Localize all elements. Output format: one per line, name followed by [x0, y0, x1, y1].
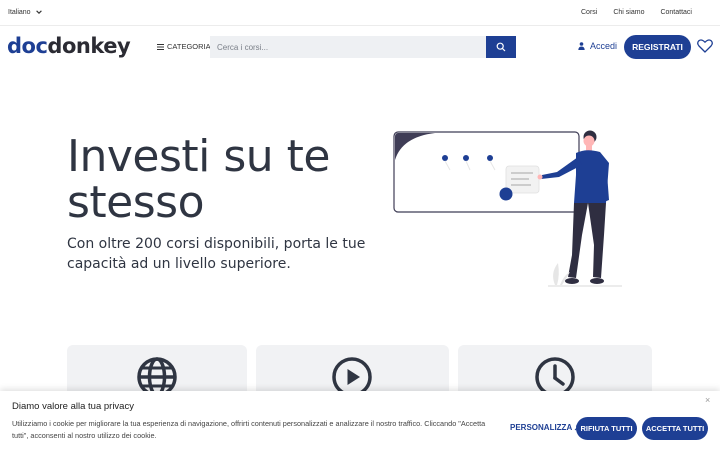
top-link-corsi[interactable]: Corsi [581, 9, 597, 16]
logo-part-doc: doc [7, 34, 48, 58]
language-label: Italiano [8, 8, 31, 16]
top-link-contattaci[interactable]: Contattaci [660, 9, 692, 16]
heart-icon[interactable] [697, 39, 713, 53]
top-link-chi-siamo[interactable]: Chi siamo [613, 9, 644, 16]
search-icon [496, 42, 506, 52]
cookie-banner: Diamo valore alla tua privacy Utilizziam… [0, 391, 720, 450]
customize-button[interactable]: PERSONALIZZA [510, 423, 580, 432]
hero-title: Investi su te stesso [67, 131, 330, 228]
reject-all-button[interactable]: RIFIUTA TUTTI [576, 417, 637, 440]
login-link[interactable]: Accedi [578, 41, 617, 51]
cookie-text: Utilizziamo i cookie per migliorare la t… [12, 419, 486, 440]
chevron-down-icon [35, 10, 42, 14]
logo-part-donkey: donkey [47, 34, 131, 58]
top-bar: Italiano Corsi Chi siamo Contattaci [0, 0, 720, 26]
login-label: Accedi [590, 41, 618, 51]
accept-all-button[interactable]: ACCETTA TUTTI [642, 417, 708, 440]
user-icon [578, 42, 585, 50]
hero-illustration [393, 130, 622, 287]
language-selector[interactable]: Italiano [8, 8, 43, 16]
search-input[interactable] [210, 36, 486, 58]
close-icon[interactable]: × [705, 395, 710, 405]
category-menu-button[interactable]: CATEGORIA [157, 42, 211, 51]
category-label: CATEGORIA [167, 42, 211, 51]
main-header: docdonkey CATEGORIA Accedi REGISTRATI [0, 26, 720, 70]
register-button[interactable]: REGISTRATI [624, 35, 691, 59]
hero-subtitle: Con oltre 200 corsi disponibili, porta l… [67, 236, 366, 272]
menu-icon [157, 43, 164, 50]
site-logo[interactable]: docdonkey [7, 34, 131, 58]
top-links: Corsi Chi siamo Contattaci [581, 9, 692, 16]
cookie-title: Diamo valore alla tua privacy [12, 401, 134, 412]
customize-label: PERSONALIZZA [510, 423, 573, 432]
search-button[interactable] [486, 36, 516, 58]
search-bar [210, 36, 516, 58]
